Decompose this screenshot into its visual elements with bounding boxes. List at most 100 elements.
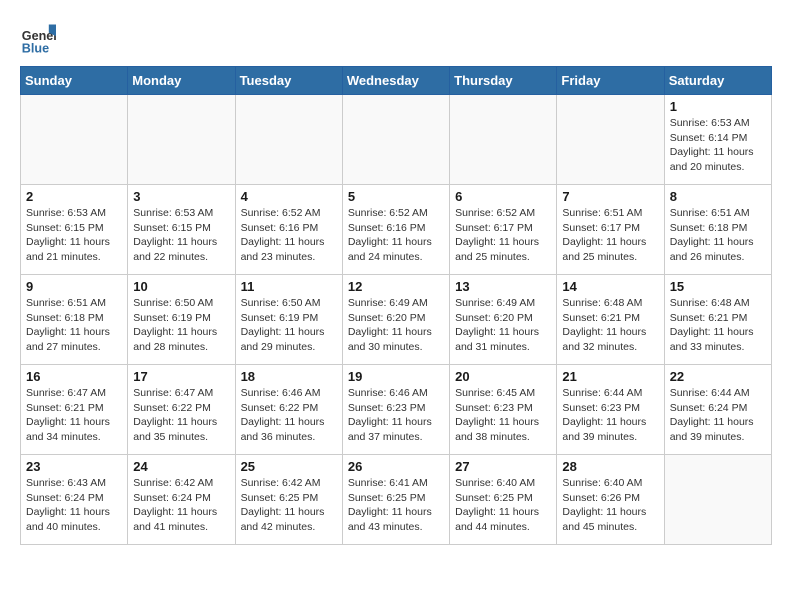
day-number: 25	[241, 459, 337, 474]
day-number: 21	[562, 369, 658, 384]
day-info: Sunrise: 6:40 AMSunset: 6:26 PMDaylight:…	[562, 476, 658, 535]
day-info: Sunrise: 6:52 AMSunset: 6:17 PMDaylight:…	[455, 206, 551, 265]
calendar-header-row: SundayMondayTuesdayWednesdayThursdayFrid…	[21, 67, 772, 95]
calendar-cell: 11Sunrise: 6:50 AMSunset: 6:19 PMDayligh…	[235, 275, 342, 365]
day-number: 4	[241, 189, 337, 204]
day-number: 3	[133, 189, 229, 204]
calendar-cell: 19 Sunrise: 6:46 AMSunset: 6:23 PMDayligh…	[342, 365, 449, 455]
day-info: Sunrise: 6:44 AMSunset: 6:23 PMDaylight:…	[562, 386, 658, 445]
day-info: Sunrise: 6:43 AMSunset: 6:24 PMDaylight:…	[26, 476, 122, 535]
calendar-cell: 10 Sunrise: 6:50 AMSunset: 6:19 PMDayligh…	[128, 275, 235, 365]
day-info: Sunrise: 6:51 AMSunset: 6:17 PMDaylight:…	[562, 206, 658, 265]
col-header-saturday: Saturday	[664, 67, 771, 95]
day-info: Sunrise: 6:47 AMSunset: 6:22 PMDaylight:…	[133, 386, 229, 445]
day-info: Sunrise: 6:44 AMSunset: 6:24 PMDaylight:…	[670, 386, 766, 445]
week-row-0: 1 Sunrise: 6:53 AMSunset: 6:14 PMDaylight…	[21, 95, 772, 185]
day-info: Sunrise: 6:46 AMSunset: 6:23 PMDaylight:…	[348, 386, 444, 445]
day-number: 12	[348, 279, 444, 294]
day-number: 26	[348, 459, 444, 474]
day-info: Sunrise: 6:49 AMSunset: 6:20 PMDaylight:…	[348, 296, 444, 355]
calendar-cell: 23Sunrise: 6:43 AMSunset: 6:24 PMDayligh…	[21, 455, 128, 545]
day-info: Sunrise: 6:50 AMSunset: 6:19 PMDaylight:…	[241, 296, 337, 355]
day-number: 1	[670, 99, 766, 114]
calendar-cell: 20 Sunrise: 6:45 AMSunset: 6:23 PMDayligh…	[450, 365, 557, 455]
calendar-cell: 22 Sunrise: 6:44 AMSunset: 6:24 PMDayligh…	[664, 365, 771, 455]
calendar-cell: 14 Sunrise: 6:48 AMSunset: 6:21 PMDayligh…	[557, 275, 664, 365]
calendar-cell: 5 Sunrise: 6:52 AMSunset: 6:16 PMDaylight…	[342, 185, 449, 275]
day-number: 8	[670, 189, 766, 204]
day-number: 20	[455, 369, 551, 384]
day-info: Sunrise: 6:41 AMSunset: 6:25 PMDaylight:…	[348, 476, 444, 535]
calendar-cell: 16Sunrise: 6:47 AMSunset: 6:21 PMDayligh…	[21, 365, 128, 455]
col-header-wednesday: Wednesday	[342, 67, 449, 95]
calendar-cell: 25 Sunrise: 6:42 AMSunset: 6:25 PMDayligh…	[235, 455, 342, 545]
calendar-cell: 4 Sunrise: 6:52 AMSunset: 6:16 PMDaylight…	[235, 185, 342, 275]
calendar-cell	[450, 95, 557, 185]
calendar-cell: 9 Sunrise: 6:51 AMSunset: 6:18 PMDaylight…	[21, 275, 128, 365]
day-number: 19	[348, 369, 444, 384]
col-header-friday: Friday	[557, 67, 664, 95]
logo-icon: General Blue	[20, 20, 56, 56]
calendar-cell: 18Sunrise: 6:46 AMSunset: 6:22 PMDayligh…	[235, 365, 342, 455]
day-number: 17	[133, 369, 229, 384]
calendar-cell: 27 Sunrise: 6:40 AMSunset: 6:25 PMDayligh…	[450, 455, 557, 545]
day-info: Sunrise: 6:47 AMSunset: 6:21 PMDaylight:…	[26, 386, 122, 445]
calendar-cell: 13 Sunrise: 6:49 AMSunset: 6:20 PMDayligh…	[450, 275, 557, 365]
day-info: Sunrise: 6:40 AMSunset: 6:25 PMDaylight:…	[455, 476, 551, 535]
day-number: 9	[26, 279, 122, 294]
day-info: Sunrise: 6:48 AMSunset: 6:21 PMDaylight:…	[670, 296, 766, 355]
calendar-cell: 26 Sunrise: 6:41 AMSunset: 6:25 PMDayligh…	[342, 455, 449, 545]
day-info: Sunrise: 6:51 AMSunset: 6:18 PMDaylight:…	[26, 296, 122, 355]
week-row-2: 9 Sunrise: 6:51 AMSunset: 6:18 PMDaylight…	[21, 275, 772, 365]
calendar-cell	[128, 95, 235, 185]
day-number: 22	[670, 369, 766, 384]
day-info: Sunrise: 6:49 AMSunset: 6:20 PMDaylight:…	[455, 296, 551, 355]
calendar-cell: 6 Sunrise: 6:52 AMSunset: 6:17 PMDaylight…	[450, 185, 557, 275]
day-info: Sunrise: 6:45 AMSunset: 6:23 PMDaylight:…	[455, 386, 551, 445]
day-number: 7	[562, 189, 658, 204]
day-info: Sunrise: 6:50 AMSunset: 6:19 PMDaylight:…	[133, 296, 229, 355]
logo: General Blue	[20, 20, 58, 56]
day-info: Sunrise: 6:51 AMSunset: 6:18 PMDaylight:…	[670, 206, 766, 265]
calendar-cell	[342, 95, 449, 185]
calendar-cell: 17 Sunrise: 6:47 AMSunset: 6:22 PMDayligh…	[128, 365, 235, 455]
day-number: 18	[241, 369, 337, 384]
day-info: Sunrise: 6:42 AMSunset: 6:25 PMDaylight:…	[241, 476, 337, 535]
week-row-1: 2 Sunrise: 6:53 AMSunset: 6:15 PMDaylight…	[21, 185, 772, 275]
day-number: 28	[562, 459, 658, 474]
calendar-cell: 12 Sunrise: 6:49 AMSunset: 6:20 PMDayligh…	[342, 275, 449, 365]
day-number: 24	[133, 459, 229, 474]
calendar-cell: 21 Sunrise: 6:44 AMSunset: 6:23 PMDayligh…	[557, 365, 664, 455]
day-number: 2	[26, 189, 122, 204]
calendar-cell: 15 Sunrise: 6:48 AMSunset: 6:21 PMDayligh…	[664, 275, 771, 365]
day-number: 6	[455, 189, 551, 204]
week-row-4: 23Sunrise: 6:43 AMSunset: 6:24 PMDayligh…	[21, 455, 772, 545]
day-info: Sunrise: 6:48 AMSunset: 6:21 PMDaylight:…	[562, 296, 658, 355]
day-number: 27	[455, 459, 551, 474]
calendar-cell: 28 Sunrise: 6:40 AMSunset: 6:26 PMDayligh…	[557, 455, 664, 545]
week-row-3: 16Sunrise: 6:47 AMSunset: 6:21 PMDayligh…	[21, 365, 772, 455]
calendar-cell: 8 Sunrise: 6:51 AMSunset: 6:18 PMDaylight…	[664, 185, 771, 275]
calendar-table: SundayMondayTuesdayWednesdayThursdayFrid…	[20, 66, 772, 545]
day-number: 10	[133, 279, 229, 294]
page-header: General Blue	[20, 20, 772, 56]
calendar-cell	[664, 455, 771, 545]
day-number: 15	[670, 279, 766, 294]
calendar-cell	[235, 95, 342, 185]
calendar-cell	[21, 95, 128, 185]
calendar-cell	[557, 95, 664, 185]
day-info: Sunrise: 6:52 AMSunset: 6:16 PMDaylight:…	[348, 206, 444, 265]
day-info: Sunrise: 6:53 AMSunset: 6:14 PMDaylight:…	[670, 116, 766, 175]
day-info: Sunrise: 6:53 AMSunset: 6:15 PMDaylight:…	[133, 206, 229, 265]
calendar-cell: 7 Sunrise: 6:51 AMSunset: 6:17 PMDaylight…	[557, 185, 664, 275]
col-header-monday: Monday	[128, 67, 235, 95]
calendar-cell: 2 Sunrise: 6:53 AMSunset: 6:15 PMDaylight…	[21, 185, 128, 275]
calendar-cell: 3 Sunrise: 6:53 AMSunset: 6:15 PMDaylight…	[128, 185, 235, 275]
day-info: Sunrise: 6:53 AMSunset: 6:15 PMDaylight:…	[26, 206, 122, 265]
day-info: Sunrise: 6:52 AMSunset: 6:16 PMDaylight:…	[241, 206, 337, 265]
day-number: 13	[455, 279, 551, 294]
col-header-tuesday: Tuesday	[235, 67, 342, 95]
day-number: 5	[348, 189, 444, 204]
day-number: 14	[562, 279, 658, 294]
day-info: Sunrise: 6:42 AMSunset: 6:24 PMDaylight:…	[133, 476, 229, 535]
